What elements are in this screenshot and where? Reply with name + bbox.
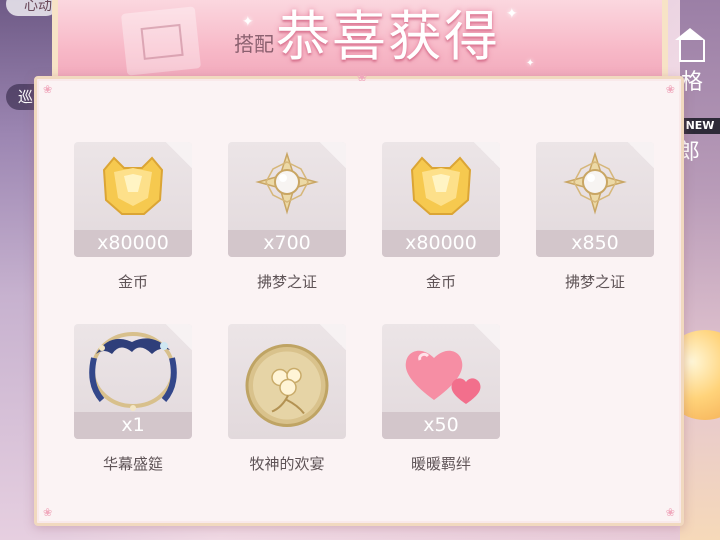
reward-name: 华幕盛筵 — [102, 455, 163, 473]
sparkle-icon: ✦ — [526, 58, 535, 69]
reward-item[interactable]: x850 拂梦之证 — [536, 142, 654, 292]
reward-name: 金币 — [117, 273, 148, 291]
corner-flower-icon: ❀ — [665, 83, 675, 96]
reward-card[interactable]: x80000 — [382, 142, 500, 257]
flower-ornament-icon: ❀ — [356, 70, 368, 84]
floral-wreath-frame-icon — [89, 332, 177, 411]
reward-card[interactable] — [228, 324, 346, 439]
sparkle-icon: ✦ — [242, 14, 254, 30]
pearl-star-badge-icon — [563, 151, 627, 215]
reward-item[interactable]: x700 拂梦之证 — [228, 142, 346, 292]
background-top-chip: 心动 — [6, 0, 58, 16]
reward-name: 暖暖羁绊 — [410, 455, 471, 473]
reward-card[interactable]: x850 — [536, 142, 654, 257]
pink-hearts-icon — [405, 350, 481, 404]
reward-quantity: x50 — [382, 412, 500, 439]
reward-quantity: x80000 — [74, 230, 192, 257]
reward-name: 金币 — [425, 273, 456, 291]
reward-name: 牧神的欢宴 — [249, 455, 325, 473]
gold-coin-cat-icon — [410, 156, 472, 215]
reward-card[interactable]: x700 — [228, 142, 346, 257]
corner-flower-icon: ❀ — [43, 506, 53, 519]
envelope-icon — [120, 6, 202, 76]
reward-item[interactable]: x80000 金币 — [74, 142, 192, 292]
reward-quantity: x80000 — [382, 230, 500, 257]
reward-item[interactable]: 牧神的欢宴 — [228, 324, 346, 474]
reward-card[interactable]: x80000 — [74, 142, 192, 257]
reward-quantity: x1 — [74, 412, 192, 439]
gold-coin-cat-icon — [102, 156, 164, 215]
corner-flower-icon: ❀ — [665, 506, 675, 519]
reward-name: 拂梦之证 — [564, 273, 625, 291]
corner-flower-icon: ❀ — [43, 83, 53, 96]
reward-card[interactable]: x50 — [382, 324, 500, 439]
reward-quantity: x850 — [536, 230, 654, 257]
banner-title: 恭喜获得 — [276, 5, 500, 68]
reward-screen: 心动 巡 格 NEW 郎 搭配 恭喜获得 ✦ ✦ ✦ ❀ ❀ ❀ ❀ ❀ x80… — [0, 0, 720, 540]
reward-item[interactable]: x80000 金币 — [382, 142, 500, 292]
banner-subtitle: 搭配 — [234, 32, 274, 56]
reward-card[interactable]: x1 — [74, 324, 192, 439]
gold-flower-medal-icon — [245, 344, 329, 427]
reward-name: 拂梦之证 — [256, 273, 317, 291]
reward-item[interactable]: x1 华幕盛筵 — [74, 324, 192, 474]
reward-panel: ❀ ❀ ❀ ❀ ❀ x80000 金币 x700 拂梦之证 x80000 金币 … — [34, 70, 684, 526]
new-badge: NEW — [680, 118, 720, 134]
shop-entry-label: 格 — [680, 70, 703, 95]
reward-quantity: x700 — [228, 230, 346, 257]
pearl-star-badge-icon — [255, 151, 319, 215]
sparkle-icon: ✦ — [506, 6, 518, 22]
house-icon — [675, 28, 705, 62]
reward-item[interactable]: x50 暖暖羁绊 — [382, 324, 500, 474]
